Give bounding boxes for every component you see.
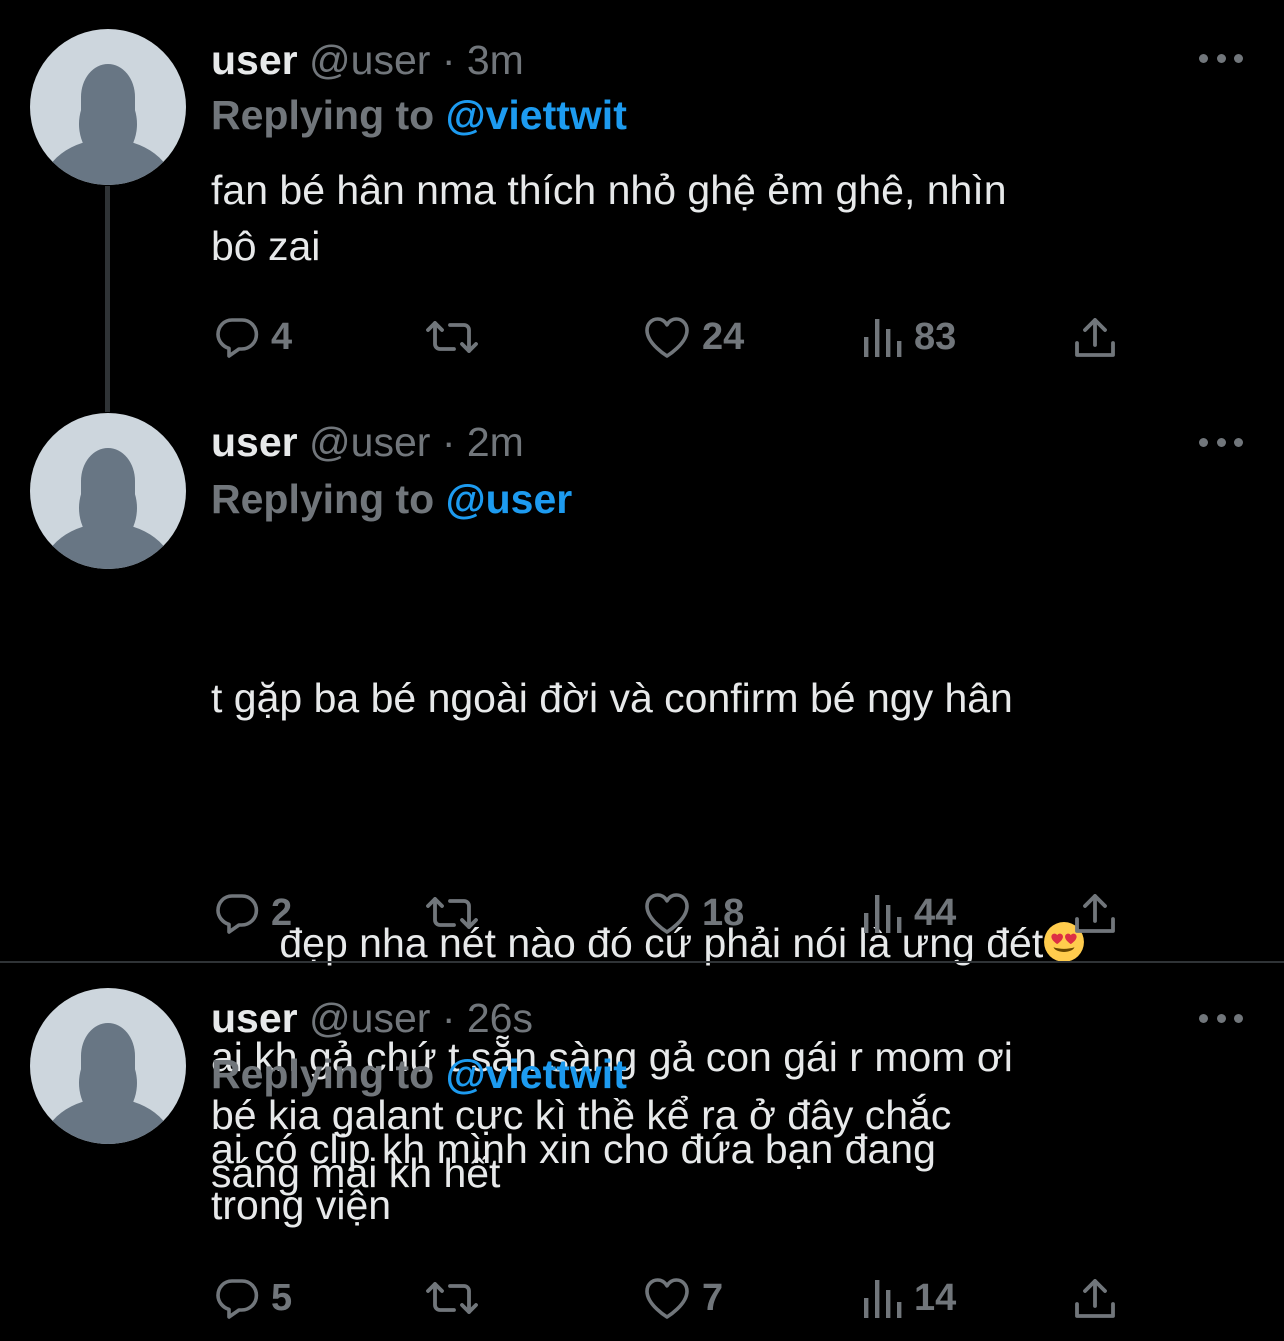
replying-to: Replying to @user <box>211 474 572 524</box>
more-icon[interactable] <box>1199 432 1243 452</box>
tweet[interactable]: user @user · 3m Replying to @viettwit fa… <box>0 0 1284 410</box>
tweet[interactable]: user @user · 2m Replying to @user t gặp … <box>0 410 1284 1196</box>
reply-button[interactable]: 5 <box>213 1273 292 1323</box>
user-handle[interactable]: @user <box>309 419 430 465</box>
user-handle[interactable]: @user <box>309 37 430 83</box>
replying-to: Replying to @viettwit <box>211 1049 627 1099</box>
retweet-button[interactable] <box>425 888 489 938</box>
retweet-button[interactable] <box>425 312 489 362</box>
reply-count: 5 <box>271 1276 293 1319</box>
tweet-header: user @user · 2m <box>211 417 524 467</box>
tweet-text-line: t gặp ba bé ngoài đời và confirm bé ngy … <box>211 675 1013 721</box>
more-icon[interactable] <box>1199 48 1243 68</box>
reply-count: 4 <box>271 315 293 358</box>
reply-icon <box>216 894 259 934</box>
views-icon <box>864 1280 902 1318</box>
tweet-text: ai có clip kh mình xin cho đứa bạn đang … <box>211 1126 936 1228</box>
avatar[interactable] <box>30 29 186 185</box>
tweet-text: fan bé hân nma thích nhỏ ghệ ẻm ghê, nhì… <box>211 167 1007 269</box>
mention-link[interactable]: @viettwit <box>446 92 627 138</box>
mention-link[interactable]: @user <box>446 476 573 522</box>
like-button[interactable]: 18 <box>642 888 744 938</box>
reply-button[interactable]: 2 <box>213 888 292 938</box>
share-button[interactable] <box>1072 312 1118 362</box>
display-name[interactable]: user <box>211 419 298 465</box>
like-button[interactable]: 24 <box>642 312 744 362</box>
display-name[interactable]: user <box>211 37 298 83</box>
like-icon <box>645 893 689 934</box>
views-button[interactable]: 44 <box>860 888 956 938</box>
replying-to-label: Replying to <box>211 92 435 138</box>
default-avatar-icon <box>42 448 174 569</box>
avatar[interactable] <box>30 988 186 1144</box>
replying-to: Replying to @viettwit <box>211 90 627 140</box>
reply-icon <box>216 318 259 358</box>
tweet-actions: 4 24 83 <box>0 312 1284 362</box>
separator-dot: · <box>441 37 456 83</box>
views-count: 14 <box>914 1276 957 1319</box>
share-button[interactable] <box>1072 888 1118 938</box>
reply-button[interactable]: 4 <box>213 312 292 362</box>
tweet[interactable]: user @user · 26s Replying to @viettwit a… <box>0 963 1284 1341</box>
like-count: 7 <box>702 1276 724 1319</box>
reply-icon <box>216 1279 259 1319</box>
timestamp[interactable]: 26s <box>467 995 533 1041</box>
like-icon <box>645 317 689 358</box>
share-button[interactable] <box>1072 1273 1118 1323</box>
retweet-icon <box>426 1282 478 1314</box>
views-button[interactable]: 83 <box>860 312 956 362</box>
replying-to-label: Replying to <box>211 1051 435 1097</box>
tweet-actions: 5 7 14 <box>0 1273 1284 1323</box>
default-avatar-icon <box>42 64 174 185</box>
tweet-header: user @user · 3m <box>211 35 524 85</box>
views-icon <box>864 895 902 933</box>
timestamp[interactable]: 3m <box>467 37 524 83</box>
display-name[interactable]: user <box>211 995 298 1041</box>
timestamp[interactable]: 2m <box>467 419 524 465</box>
like-count: 24 <box>702 315 745 358</box>
share-icon <box>1075 1279 1115 1318</box>
retweet-button[interactable] <box>425 1273 489 1323</box>
views-button[interactable]: 14 <box>860 1273 956 1323</box>
like-button[interactable]: 7 <box>642 1273 723 1323</box>
share-icon <box>1075 894 1115 933</box>
retweet-icon <box>426 321 478 353</box>
user-handle[interactable]: @user <box>309 995 430 1041</box>
default-avatar-icon <box>42 1023 174 1144</box>
views-count: 83 <box>914 315 957 358</box>
tweet-header: user @user · 26s <box>211 993 533 1043</box>
replying-to-label: Replying to <box>211 476 435 522</box>
views-icon <box>864 319 902 357</box>
more-icon[interactable] <box>1199 1008 1243 1028</box>
views-count: 44 <box>914 891 957 934</box>
share-icon <box>1075 318 1115 357</box>
tweet-actions: 2 18 44 <box>0 888 1284 938</box>
separator-dot: · <box>441 419 456 465</box>
separator-dot: · <box>441 995 456 1041</box>
avatar[interactable] <box>30 413 186 569</box>
mention-link[interactable]: @viettwit <box>446 1051 627 1097</box>
like-count: 18 <box>702 891 745 934</box>
like-icon <box>645 1278 689 1319</box>
reply-count: 2 <box>271 891 293 934</box>
retweet-icon <box>426 897 478 929</box>
